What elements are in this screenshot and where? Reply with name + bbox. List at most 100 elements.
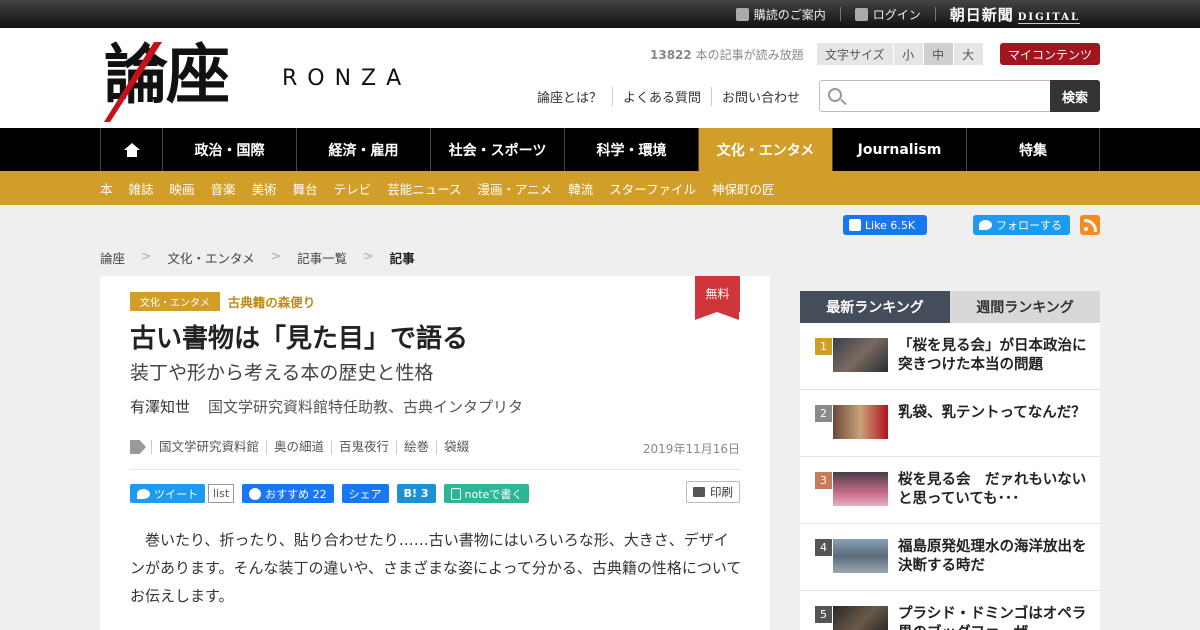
subnav-item[interactable]: 雑誌 xyxy=(129,179,154,198)
article-title: 古い書物は「見た目」で語る xyxy=(130,324,469,354)
ranking-item[interactable]: 3 桜を見る会 だァれもいないと思っていても･･･ xyxy=(800,457,1100,524)
tab-latest-ranking[interactable]: 最新ランキング xyxy=(800,291,950,323)
author-line: 有澤知世 国文学研究資料館特任助教、古典インタプリタ xyxy=(130,396,523,417)
subscription-guide-link[interactable]: 購読のご案内 xyxy=(735,6,826,23)
ronza-logo[interactable]: 論座 xyxy=(104,36,230,122)
tag-link[interactable]: 袋綴 xyxy=(436,440,476,454)
breadcrumb-category[interactable]: 文化・エンタメ xyxy=(168,248,255,267)
subnav-item[interactable]: 映画 xyxy=(170,179,195,198)
tag-link[interactable]: 奥の細道 xyxy=(266,440,331,454)
subnav-item[interactable]: テレビ xyxy=(334,179,372,198)
tweet-button[interactable]: ツイート xyxy=(130,484,205,503)
rank-number: 1 xyxy=(815,338,832,355)
nav-society[interactable]: 社会・スポーツ xyxy=(430,128,564,171)
twitter-bird-icon xyxy=(979,220,992,230)
ranking-title: 乳袋、乳テントってなんだ？ xyxy=(898,405,1086,421)
nav-politics[interactable]: 政治・国際 xyxy=(162,128,296,171)
twitter-follow-button[interactable]: フォローする xyxy=(973,215,1070,235)
subnav-item[interactable]: スターファイル xyxy=(609,179,696,198)
hatena-bookmark-button[interactable]: B! 3 xyxy=(396,484,436,503)
breadcrumb-list[interactable]: 記事一覧 xyxy=(297,248,347,267)
contact-link[interactable]: お問い合わせ xyxy=(711,87,810,106)
article-card: 無料 文化・エンタメ 古典籍の森便り 古い書物は「見た目」で語る 装丁や形から考… xyxy=(100,276,770,630)
subnav-item[interactable]: 芸能ニュース xyxy=(387,179,461,198)
search-icon xyxy=(828,88,842,102)
ranking-thumbnail xyxy=(833,606,888,630)
tag-link[interactable]: 絵巻 xyxy=(396,440,436,454)
asahi-digital-logo[interactable]: 朝日新聞 DIGITAL xyxy=(950,4,1080,25)
ranking-thumbnail xyxy=(833,338,888,372)
breadcrumb-separator: > xyxy=(141,248,152,263)
about-link[interactable]: 論座とは？ xyxy=(537,87,612,106)
twitter-bird-icon xyxy=(137,488,150,499)
article-subtitle: 装丁や形から考える本の歴史と性格 xyxy=(130,362,434,384)
tag-list: 国文学研究資料館 奥の細道 百鬼夜行 絵巻 袋綴 2019年11月16日 xyxy=(130,440,740,470)
subnav-item[interactable]: 舞台 xyxy=(293,179,318,198)
subnav-item[interactable]: 美術 xyxy=(252,179,277,198)
tag-link[interactable]: 国文学研究資料館 xyxy=(151,440,266,454)
nav-economy[interactable]: 経済・雇用 xyxy=(296,128,430,171)
login-link[interactable]: ログイン xyxy=(854,6,921,23)
nav-journalism[interactable]: Journalism xyxy=(832,128,966,171)
font-size-medium-button[interactable]: 中 xyxy=(923,43,954,65)
note-write-button[interactable]: noteで書く xyxy=(443,484,530,503)
breadcrumb: 論座 > 文化・エンタメ > 記事一覧 > 記事 xyxy=(100,248,415,267)
facebook-like-button[interactable]: Like 6.5K xyxy=(843,215,927,235)
ranking-item[interactable]: 1 「桜を見る会」が日本政治に突きつけた本当の問題 xyxy=(800,323,1100,390)
ranking-title: 桜を見る会 だァれもいないと思っていても･･･ xyxy=(898,472,1087,507)
printer-icon xyxy=(693,487,705,497)
twitter-list-button[interactable]: list xyxy=(208,484,235,503)
article-lead: 巻いたり、折ったり、貼り合わせたり……古い書物にはいろいろな形、大きさ、デザイン… xyxy=(130,531,742,605)
font-size-small-button[interactable]: 小 xyxy=(893,43,924,65)
rank-number: 5 xyxy=(815,606,832,623)
nav-home[interactable] xyxy=(100,128,162,171)
search-button[interactable]: 検索 xyxy=(1050,80,1100,112)
breadcrumb-home[interactable]: 論座 xyxy=(100,248,125,267)
ranking-list: 1 「桜を見る会」が日本政治に突きつけた本当の問題 2 乳袋、乳テントってなんだ… xyxy=(800,323,1100,630)
ranking-title: 福島原発処理水の海洋放出を決断する時だ xyxy=(898,539,1087,574)
author-name[interactable]: 有澤知世 xyxy=(130,398,190,416)
ranking-thumbnail xyxy=(833,405,888,439)
category-badge[interactable]: 文化・エンタメ xyxy=(130,292,220,311)
note-icon xyxy=(450,487,461,500)
font-size-label: 文字サイズ xyxy=(817,43,894,65)
rss-icon[interactable] xyxy=(1080,215,1100,235)
ranking-tabs: 最新ランキング 週間ランキング xyxy=(800,291,1100,323)
ranking-item[interactable]: 2 乳袋、乳テントってなんだ？ xyxy=(800,390,1100,457)
ranking-item[interactable]: 5 プラシド・ドミンゴはオペラ界のブッダファーザー xyxy=(800,591,1100,630)
subnav-item[interactable]: 漫画・アニメ xyxy=(478,179,553,198)
series-name[interactable]: 古典籍の森便り xyxy=(228,292,316,311)
home-icon xyxy=(123,142,140,157)
lock-icon xyxy=(854,7,868,21)
font-size-large-button[interactable]: 大 xyxy=(953,43,984,65)
free-badge: 無料 xyxy=(695,276,740,320)
subnav-item[interactable]: 本 xyxy=(100,179,113,198)
ranking-item[interactable]: 4 福島原発処理水の海洋放出を決断する時だ xyxy=(800,524,1100,591)
logo-slash-icon xyxy=(104,42,162,122)
share-bar: ツイート list おすすめ 22 シェア B! 3 noteで書く xyxy=(130,484,530,503)
sub-nav: 本 雑誌 映画 音楽 美術 舞台 テレビ 芸能ニュース 漫画・アニメ 韓流 スタ… xyxy=(0,171,1200,205)
my-contents-button[interactable]: マイコンテンツ xyxy=(1000,43,1100,65)
ranking-title: プラシド・ドミンゴはオペラ界のブッダファーザー xyxy=(898,606,1087,630)
nav-science[interactable]: 科学・環境 xyxy=(564,128,698,171)
facebook-share-button[interactable]: シェア xyxy=(341,484,389,503)
subnav-item[interactable]: 音楽 xyxy=(211,179,236,198)
tab-weekly-ranking[interactable]: 週間ランキング xyxy=(950,291,1100,323)
rank-number: 2 xyxy=(815,405,832,422)
nav-features[interactable]: 特集 xyxy=(966,128,1100,171)
print-button[interactable]: 印刷 xyxy=(686,481,740,503)
breadcrumb-separator: > xyxy=(363,248,374,263)
search-input[interactable] xyxy=(819,80,1050,112)
facebook-icon xyxy=(249,487,262,500)
nav-culture[interactable]: 文化・エンタメ xyxy=(698,128,832,171)
subnav-item[interactable]: 韓流 xyxy=(568,179,593,198)
main-nav: 政治・国際 経済・雇用 社会・スポーツ 科学・環境 文化・エンタメ Journa… xyxy=(0,128,1200,171)
breadcrumb-current: 記事 xyxy=(389,251,415,266)
facebook-recommend-button[interactable]: おすすめ 22 xyxy=(242,484,334,503)
header-links: 論座とは？ よくある質問 お問い合わせ xyxy=(537,87,810,106)
subnav-item[interactable]: 神保町の匠 xyxy=(712,179,775,198)
article-count: 13822 本の記事が読み放題 xyxy=(650,48,804,62)
faq-link[interactable]: よくある質問 xyxy=(612,87,711,106)
rank-number: 4 xyxy=(815,539,832,556)
tag-link[interactable]: 百鬼夜行 xyxy=(331,440,396,454)
